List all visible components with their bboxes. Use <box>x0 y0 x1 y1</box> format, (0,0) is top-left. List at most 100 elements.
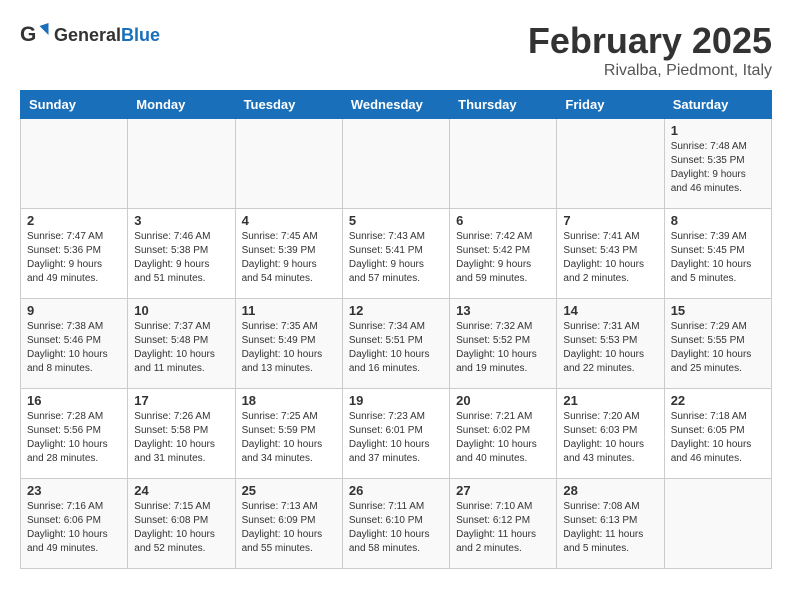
day-header-thursday: Thursday <box>450 91 557 119</box>
calendar-cell: 6 Sunrise: 7:42 AM Sunset: 5:42 PM Daylig… <box>450 209 557 299</box>
day-number: 9 <box>27 303 121 318</box>
calendar-week-2: 2 Sunrise: 7:47 AM Sunset: 5:36 PM Daylig… <box>21 209 772 299</box>
day-number: 18 <box>242 393 336 408</box>
day-header-sunday: Sunday <box>21 91 128 119</box>
day-info: Sunrise: 7:45 AM Sunset: 5:39 PM Dayligh… <box>242 230 336 286</box>
header-row: SundayMondayTuesdayWednesdayThursdayFrid… <box>21 91 772 119</box>
calendar-cell: 4Sunrise: 7:45 AM Sunset: 5:39 PM Daylig… <box>235 209 342 299</box>
day-info: Sunrise: 7:29 AM Sunset: 5:55 PM Dayligh… <box>671 320 765 376</box>
calendar-cell: 15Sunrise: 7:29 AM Sunset: 5:55 PM Dayli… <box>664 299 771 389</box>
day-number: 2 <box>27 213 121 228</box>
calendar-week-1: 1Sunrise: 7:48 AM Sunset: 5:35 PM Daylig… <box>21 119 772 209</box>
day-info: Sunrise: 7:15 AM Sunset: 6:08 PM Dayligh… <box>134 500 228 556</box>
calendar-cell: 10 Sunrise: 7:37 AM Sunset: 5:48 PM Dayli… <box>128 299 235 389</box>
day-info: Sunrise: 7:28 AM Sunset: 5:56 PM Dayligh… <box>27 410 121 466</box>
day-info: Sunrise: 7:46 AM Sunset: 5:38 PM Dayligh… <box>134 230 228 286</box>
calendar-table: SundayMondayTuesdayWednesdayThursdayFrid… <box>20 90 772 569</box>
day-info: Sunrise: 7:18 AM Sunset: 6:05 PM Dayligh… <box>671 410 765 466</box>
day-number: 8 <box>671 213 765 228</box>
day-number: 10 <box>134 303 228 318</box>
calendar-cell: 26 Sunrise: 7:11 AM Sunset: 6:10 PM Dayli… <box>342 479 449 569</box>
day-info: Sunrise: 7:08 AM Sunset: 6:13 PM Dayligh… <box>563 500 657 556</box>
calendar-cell <box>128 119 235 209</box>
day-header-tuesday: Tuesday <box>235 91 342 119</box>
day-header-monday: Monday <box>128 91 235 119</box>
day-info: Sunrise: 7:11 AM Sunset: 6:10 PM Dayligh… <box>349 500 443 556</box>
calendar-cell: 7 Sunrise: 7:41 AM Sunset: 5:43 PM Daylig… <box>557 209 664 299</box>
day-number: 14 <box>563 303 657 318</box>
calendar-cell <box>557 119 664 209</box>
logo-text-blue: Blue <box>121 25 160 45</box>
day-info: Sunrise: 7:31 AM Sunset: 5:53 PM Dayligh… <box>563 320 657 376</box>
calendar-cell <box>235 119 342 209</box>
day-number: 17 <box>134 393 228 408</box>
day-info: Sunrise: 7:13 AM Sunset: 6:09 PM Dayligh… <box>242 500 336 556</box>
day-number: 25 <box>242 483 336 498</box>
calendar-body: 1Sunrise: 7:48 AM Sunset: 5:35 PM Daylig… <box>21 119 772 569</box>
day-number: 22 <box>671 393 765 408</box>
calendar-cell <box>21 119 128 209</box>
day-header-friday: Friday <box>557 91 664 119</box>
calendar-cell: 27 Sunrise: 7:10 AM Sunset: 6:12 PM Dayli… <box>450 479 557 569</box>
calendar-cell: 20 Sunrise: 7:21 AM Sunset: 6:02 PM Dayli… <box>450 389 557 479</box>
day-info: Sunrise: 7:26 AM Sunset: 5:58 PM Dayligh… <box>134 410 228 466</box>
day-info: Sunrise: 7:10 AM Sunset: 6:12 PM Dayligh… <box>456 500 550 556</box>
day-number: 16 <box>27 393 121 408</box>
calendar-cell: 3Sunrise: 7:46 AM Sunset: 5:38 PM Daylig… <box>128 209 235 299</box>
calendar-header: SundayMondayTuesdayWednesdayThursdayFrid… <box>21 91 772 119</box>
svg-text:G: G <box>20 23 36 46</box>
day-info: Sunrise: 7:43 AM Sunset: 5:41 PM Dayligh… <box>349 230 443 286</box>
title-area: February 2025 Rivalba, Piedmont, Italy <box>528 20 772 80</box>
day-info: Sunrise: 7:23 AM Sunset: 6:01 PM Dayligh… <box>349 410 443 466</box>
calendar-cell: 21 Sunrise: 7:20 AM Sunset: 6:03 PM Dayli… <box>557 389 664 479</box>
calendar-cell: 24 Sunrise: 7:15 AM Sunset: 6:08 PM Dayli… <box>128 479 235 569</box>
logo-text-general: General <box>54 25 121 45</box>
day-number: 23 <box>27 483 121 498</box>
calendar-cell: 23 Sunrise: 7:16 AM Sunset: 6:06 PM Dayli… <box>21 479 128 569</box>
day-info: Sunrise: 7:47 AM Sunset: 5:36 PM Dayligh… <box>27 230 121 286</box>
calendar-cell: 25 Sunrise: 7:13 AM Sunset: 6:09 PM Dayli… <box>235 479 342 569</box>
calendar-cell: 9 Sunrise: 7:38 AM Sunset: 5:46 PM Daylig… <box>21 299 128 389</box>
day-number: 27 <box>456 483 550 498</box>
day-info: Sunrise: 7:34 AM Sunset: 5:51 PM Dayligh… <box>349 320 443 376</box>
day-info: Sunrise: 7:37 AM Sunset: 5:48 PM Dayligh… <box>134 320 228 376</box>
day-header-saturday: Saturday <box>664 91 771 119</box>
calendar-cell: 2 Sunrise: 7:47 AM Sunset: 5:36 PM Daylig… <box>21 209 128 299</box>
day-number: 19 <box>349 393 443 408</box>
calendar-cell: 16 Sunrise: 7:28 AM Sunset: 5:56 PM Dayli… <box>21 389 128 479</box>
day-info: Sunrise: 7:21 AM Sunset: 6:02 PM Dayligh… <box>456 410 550 466</box>
day-number: 6 <box>456 213 550 228</box>
calendar-cell: 22 Sunrise: 7:18 AM Sunset: 6:05 PM Dayli… <box>664 389 771 479</box>
calendar-cell: 28 Sunrise: 7:08 AM Sunset: 6:13 PM Dayli… <box>557 479 664 569</box>
calendar-cell: 13Sunrise: 7:32 AM Sunset: 5:52 PM Dayli… <box>450 299 557 389</box>
day-info: Sunrise: 7:39 AM Sunset: 5:45 PM Dayligh… <box>671 230 765 286</box>
calendar-cell <box>664 479 771 569</box>
day-number: 26 <box>349 483 443 498</box>
day-info: Sunrise: 7:20 AM Sunset: 6:03 PM Dayligh… <box>563 410 657 466</box>
main-title: February 2025 <box>528 20 772 62</box>
day-info: Sunrise: 7:42 AM Sunset: 5:42 PM Dayligh… <box>456 230 550 286</box>
day-info: Sunrise: 7:35 AM Sunset: 5:49 PM Dayligh… <box>242 320 336 376</box>
subtitle: Rivalba, Piedmont, Italy <box>528 62 772 80</box>
calendar-cell: 8 Sunrise: 7:39 AM Sunset: 5:45 PM Daylig… <box>664 209 771 299</box>
day-info: Sunrise: 7:38 AM Sunset: 5:46 PM Dayligh… <box>27 320 121 376</box>
calendar-cell: 1Sunrise: 7:48 AM Sunset: 5:35 PM Daylig… <box>664 119 771 209</box>
day-number: 28 <box>563 483 657 498</box>
day-number: 11 <box>242 303 336 318</box>
day-number: 7 <box>563 213 657 228</box>
calendar-cell: 18 Sunrise: 7:25 AM Sunset: 5:59 PM Dayli… <box>235 389 342 479</box>
calendar-cell: 12 Sunrise: 7:34 AM Sunset: 5:51 PM Dayli… <box>342 299 449 389</box>
day-info: Sunrise: 7:41 AM Sunset: 5:43 PM Dayligh… <box>563 230 657 286</box>
day-number: 5 <box>349 213 443 228</box>
logo: G GeneralBlue <box>20 20 160 50</box>
day-number: 24 <box>134 483 228 498</box>
day-number: 20 <box>456 393 550 408</box>
day-info: Sunrise: 7:32 AM Sunset: 5:52 PM Dayligh… <box>456 320 550 376</box>
day-info: Sunrise: 7:25 AM Sunset: 5:59 PM Dayligh… <box>242 410 336 466</box>
calendar-cell: 14 Sunrise: 7:31 AM Sunset: 5:53 PM Dayli… <box>557 299 664 389</box>
day-number: 21 <box>563 393 657 408</box>
calendar-week-5: 23 Sunrise: 7:16 AM Sunset: 6:06 PM Dayli… <box>21 479 772 569</box>
day-number: 12 <box>349 303 443 318</box>
day-header-wednesday: Wednesday <box>342 91 449 119</box>
day-info: Sunrise: 7:16 AM Sunset: 6:06 PM Dayligh… <box>27 500 121 556</box>
